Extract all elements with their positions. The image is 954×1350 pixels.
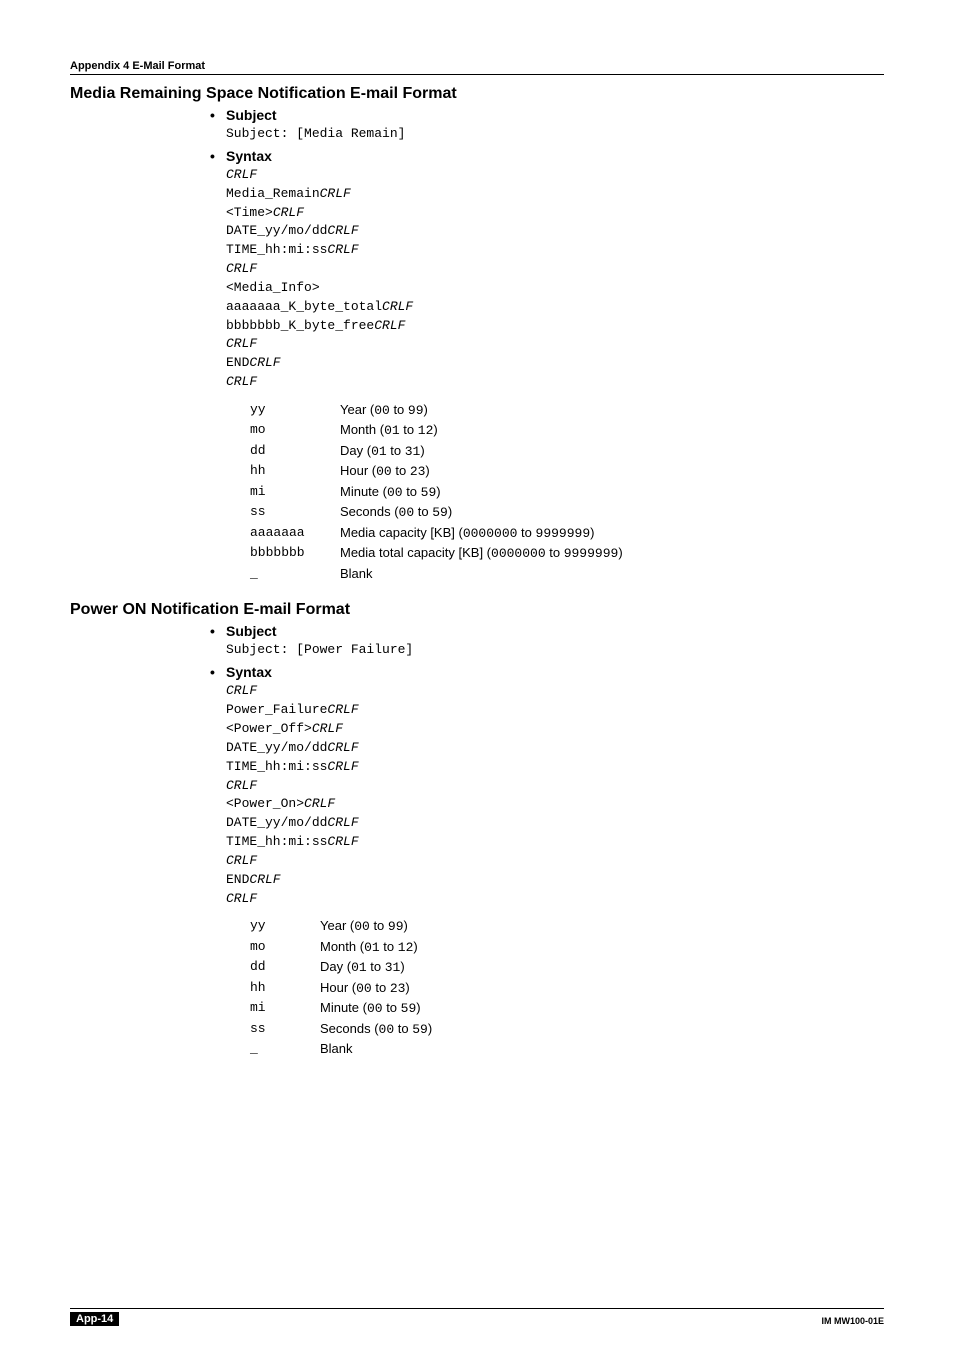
doc-id: IM MW100-01E <box>821 1316 884 1326</box>
section1-title: Media Remaining Space Notification E-mai… <box>70 85 884 103</box>
desc-row: bbbbbbbMedia total capacity [KB] (000000… <box>250 543 884 564</box>
syntax-block-2: CRLFPower_FailureCRLF<Power_Off>CRLFDATE… <box>226 682 884 908</box>
desc-table-2: yyYear (00 to 99)moMonth (01 to 12)ddDay… <box>250 916 884 1059</box>
desc-row: miMinute (00 to 59) <box>250 482 884 503</box>
desc-row: hhHour (00 to 23) <box>250 461 884 482</box>
page-number: App-14 <box>70 1312 119 1326</box>
desc-row: ddDay (01 to 31) <box>250 957 884 978</box>
section2-title: Power ON Notification E-mail Format <box>70 601 884 619</box>
desc-row: ssSeconds (00 to 59) <box>250 502 884 523</box>
desc-row: moMonth (01 to 12) <box>250 420 884 441</box>
desc-row: hhHour (00 to 23) <box>250 978 884 999</box>
syntax-heading-2: •Syntax <box>210 664 884 680</box>
page-footer: App-14 IM MW100-01E <box>70 1308 884 1326</box>
desc-row: _Blank <box>250 1039 884 1059</box>
subject-line-1: Subject: [Media Remain] <box>226 125 884 144</box>
desc-row: aaaaaaaMedia capacity [KB] (0000000 to 9… <box>250 523 884 544</box>
desc-table-1: yyYear (00 to 99)moMonth (01 to 12)ddDay… <box>250 400 884 584</box>
running-header: Appendix 4 E-Mail Format <box>70 60 884 75</box>
desc-row: _Blank <box>250 564 884 584</box>
desc-row: ddDay (01 to 31) <box>250 441 884 462</box>
desc-row: moMonth (01 to 12) <box>250 937 884 958</box>
subject-heading-1: •Subject <box>210 107 884 123</box>
syntax-heading-1: •Syntax <box>210 148 884 164</box>
desc-row: yyYear (00 to 99) <box>250 400 884 421</box>
desc-row: miMinute (00 to 59) <box>250 998 884 1019</box>
desc-row: yyYear (00 to 99) <box>250 916 884 937</box>
desc-row: ssSeconds (00 to 59) <box>250 1019 884 1040</box>
subject-heading-2: •Subject <box>210 623 884 639</box>
subject-line-2: Subject: [Power Failure] <box>226 641 884 660</box>
syntax-block-1: CRLFMedia_RemainCRLF<Time>CRLFDATE_yy/mo… <box>226 166 884 392</box>
